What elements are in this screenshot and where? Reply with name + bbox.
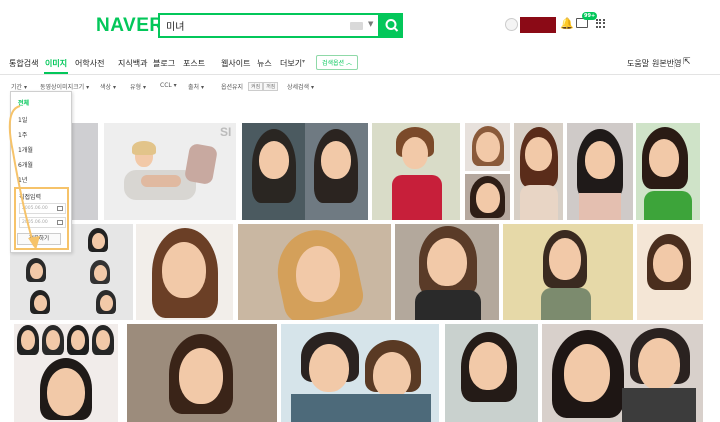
annotation-arrow-icon [8,105,40,250]
